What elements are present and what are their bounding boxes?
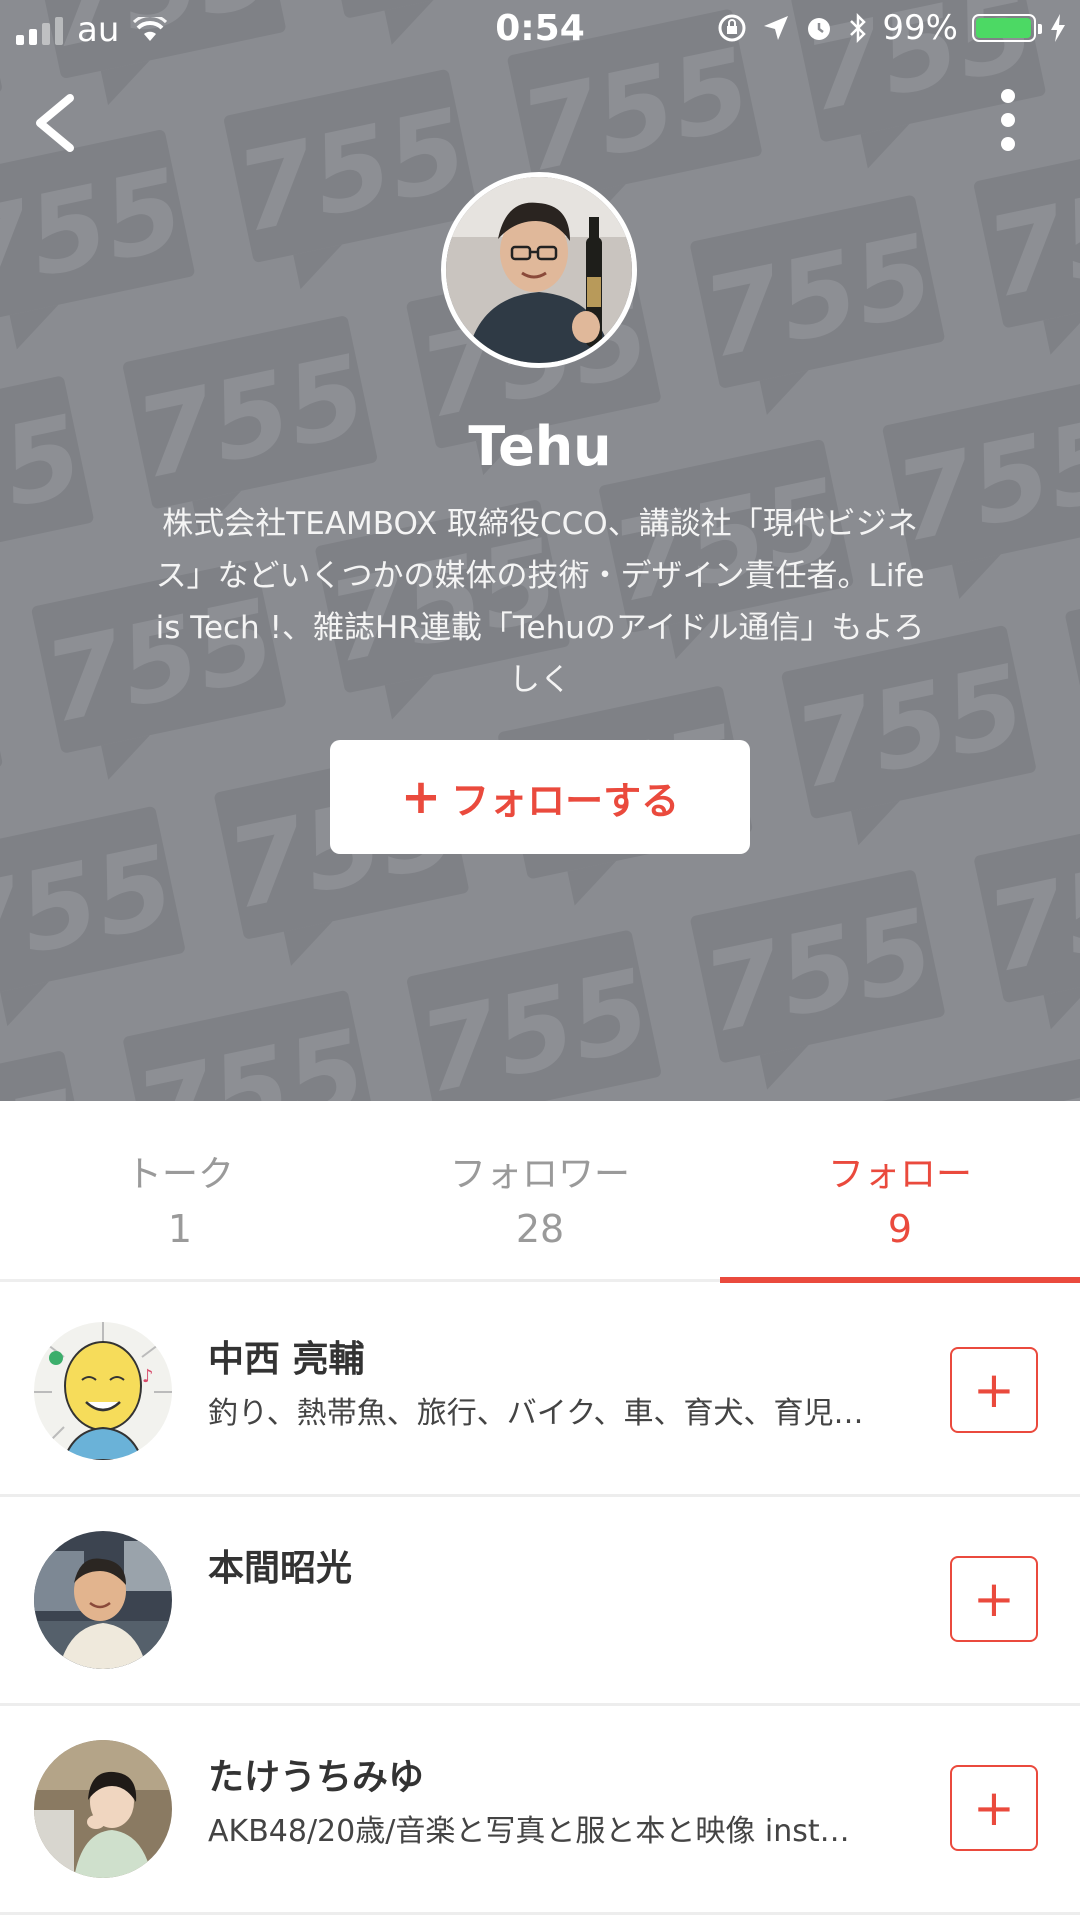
tab-count: 28 (515, 1207, 565, 1251)
follow-button-label: フォローする (451, 778, 680, 823)
user-name: 中西 亮輔 (208, 1339, 365, 1380)
user-avatar (34, 1740, 172, 1878)
tab-talk[interactable]: トーク 1 (0, 1145, 360, 1251)
avatar-photo (446, 177, 632, 363)
alarm-icon (808, 18, 831, 40)
bio-line: 株式会社TEAMBOX 取締役CCO、講談社「現代ビジネ (162, 506, 918, 542)
chevron-left-icon (36, 94, 74, 152)
list-item[interactable]: たけうちみゆ AKB48/20歳/音楽と写真と服と本と映像 inst… + (0, 1706, 1080, 1915)
bio-line: ス」などいくつかの媒体の技術・デザイン責任者。Life (155, 558, 925, 594)
more-button[interactable] (988, 88, 1028, 168)
profile-bio: 株式会社TEAMBOX 取締役CCO、講談社「現代ビジネ ス」などいくつかの媒体… (130, 498, 950, 706)
tab-label: トーク (125, 1154, 234, 1195)
svg-text:♪: ♪ (142, 1366, 154, 1387)
active-tab-indicator (720, 1277, 1080, 1283)
rotation-lock-icon (718, 14, 746, 42)
tab-label: フォロー (827, 1154, 972, 1195)
tab-following[interactable]: フォロー 9 (720, 1145, 1080, 1251)
tab-count: 1 (167, 1207, 193, 1251)
list-item[interactable]: 本間昭光 + (0, 1497, 1080, 1706)
user-description: 釣り、熱帯魚、旅行、バイク、車、育犬、育児… (208, 1396, 864, 1431)
user-name: 本間昭光 (208, 1548, 353, 1589)
tab-count: 9 (887, 1207, 913, 1251)
battery-level (976, 18, 1032, 38)
plus-icon: + (400, 769, 442, 825)
battery-icon (972, 14, 1042, 42)
user-avatar (34, 1531, 172, 1669)
follow-user-button[interactable]: + (950, 1347, 1038, 1433)
profile-avatar[interactable] (441, 172, 637, 368)
plus-icon: + (973, 1361, 1015, 1419)
follow-user-button[interactable]: + (950, 1765, 1038, 1851)
location-icon (764, 16, 789, 40)
bluetooth-icon (850, 12, 867, 44)
list-item[interactable]: ♪ 中西 亮輔 釣り、熱帯魚、旅行、バイク、車、育犬、育児… + (0, 1288, 1080, 1497)
bio-line: しく (509, 662, 571, 698)
plus-icon: + (973, 1570, 1015, 1628)
user-name: たけうちみゆ (208, 1757, 425, 1798)
plus-icon: + (973, 1779, 1015, 1837)
profile-tabs: トーク 1 フォロワー 28 フォロー 9 (0, 1101, 1080, 1287)
battery-percent: 99% (882, 8, 958, 48)
status-bar: au 0:54 99% (0, 0, 1080, 62)
bio-line: is Tech !、雑誌HR連載「Tehuのアイドル通信」もよろ (155, 610, 925, 646)
tab-label: フォロワー (449, 1154, 630, 1195)
follow-button[interactable]: + フォローする (330, 740, 750, 854)
tab-followers[interactable]: フォロワー 28 (360, 1145, 720, 1251)
follow-user-button[interactable]: + (950, 1556, 1038, 1642)
back-button[interactable] (28, 88, 88, 158)
user-avatar: ♪ (34, 1322, 172, 1460)
user-description: AKB48/20歳/音楽と写真と服と本と映像 inst… (208, 1814, 850, 1849)
profile-header: 755 au 0:54 (0, 0, 1080, 1101)
following-list: ♪ 中西 亮輔 釣り、熱帯魚、旅行、バイク、車、育犬、育児… + 本間昭光 + (0, 1288, 1080, 1915)
profile-name: Tehu (468, 415, 612, 478)
charging-icon (1051, 14, 1065, 42)
more-vertical-icon (1001, 89, 1015, 151)
